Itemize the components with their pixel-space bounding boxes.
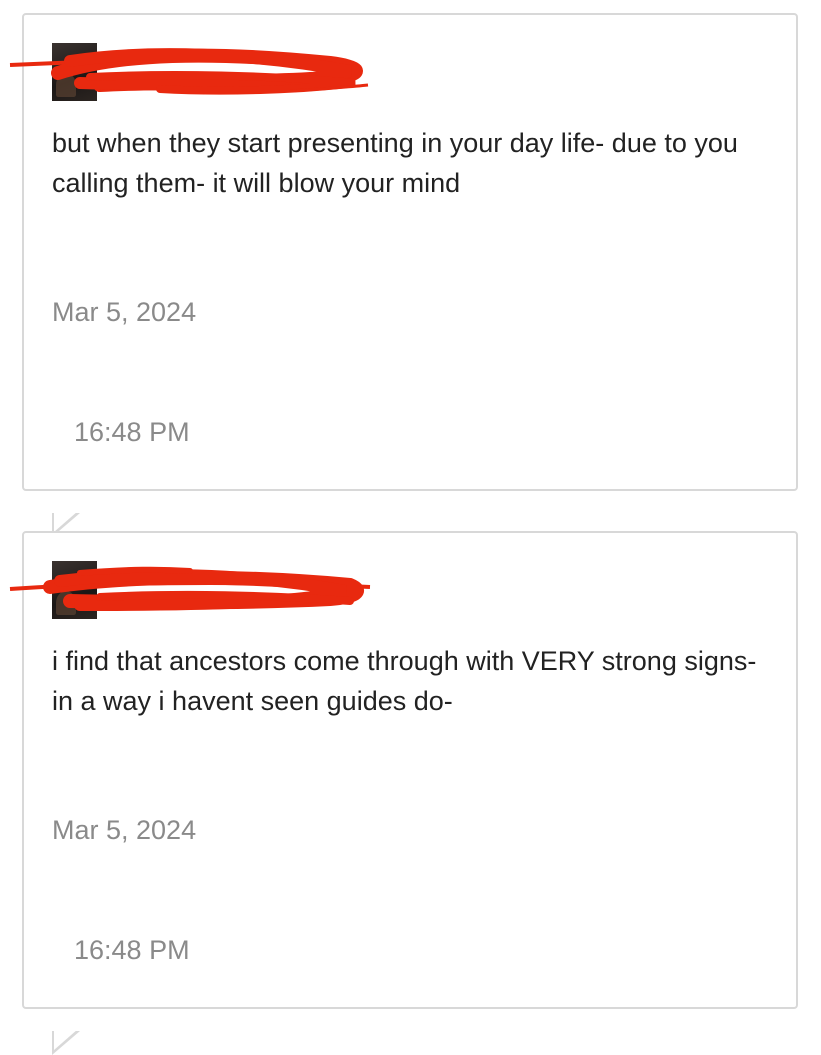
message-card[interactable]: but when they start presenting in your d… xyxy=(9,13,798,537)
redaction-scribble xyxy=(9,566,371,611)
message-date: Mar 5, 2024 xyxy=(52,815,197,845)
redaction-scribble xyxy=(9,48,369,95)
message-time: 16:48 PM xyxy=(74,417,190,447)
message-text: but when they start presenting in your d… xyxy=(52,128,738,198)
message-time: 16:48 PM xyxy=(74,935,190,965)
message-text: i find that ancestors come through with … xyxy=(52,646,757,716)
message-date: Mar 5, 2024 xyxy=(52,297,197,327)
message-card[interactable]: i find that ancestors come through with … xyxy=(9,531,798,1055)
